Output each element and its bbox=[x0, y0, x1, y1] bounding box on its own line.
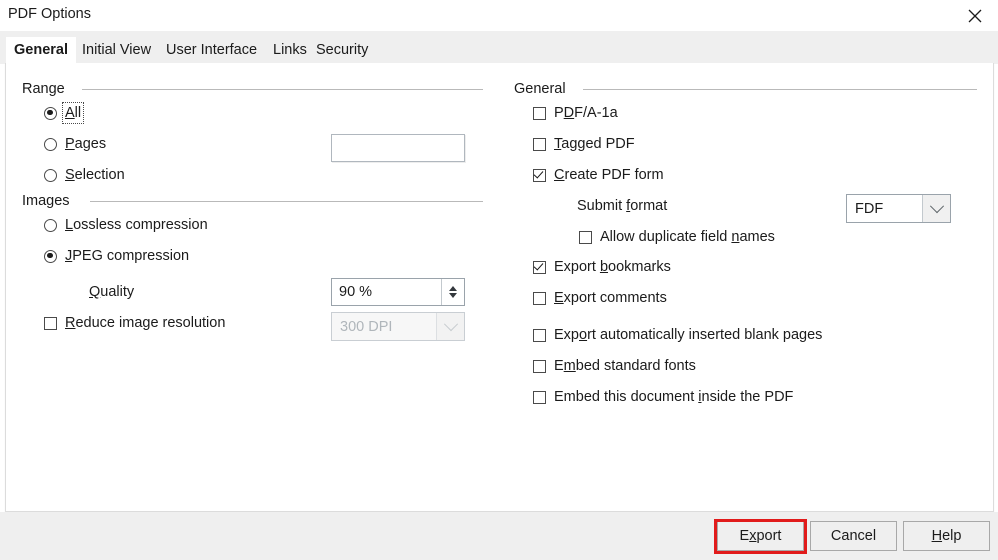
tab-security[interactable]: Security bbox=[308, 37, 376, 64]
quality-label-row: Quality bbox=[89, 284, 134, 300]
quality-value: 90 % bbox=[339, 284, 373, 300]
pdfa-1a-label: PDF/A-1a bbox=[554, 105, 618, 121]
radio-pages-indicator bbox=[44, 137, 57, 151]
tab-user-interface[interactable]: User Interface bbox=[158, 37, 265, 64]
checkbox-export-blank-pages[interactable]: Export automatically inserted blank page… bbox=[533, 327, 822, 343]
export-bookmarks-label: Export bookmarks bbox=[554, 259, 671, 275]
radio-range-pages[interactable]: Pages bbox=[44, 136, 106, 152]
right-general-group-rule bbox=[583, 89, 977, 90]
window-title: PDF Options bbox=[8, 6, 91, 22]
embed-standard-fonts-label: Embed standard fonts bbox=[554, 358, 696, 374]
quality-spinner[interactable]: 90 % bbox=[331, 278, 465, 306]
checkbox-export-comments[interactable]: Export comments bbox=[533, 290, 667, 306]
pages-range-input[interactable] bbox=[331, 134, 465, 162]
title-bar: PDF Options bbox=[0, 0, 998, 31]
help-button-label: Help bbox=[931, 528, 962, 544]
radio-selection-label: Selection bbox=[65, 167, 125, 183]
radio-all-label: All bbox=[61, 102, 85, 124]
allow-duplicate-indicator bbox=[579, 230, 592, 244]
checkbox-embed-document[interactable]: Embed this document inside the PDF bbox=[533, 389, 793, 405]
quality-label: Quality bbox=[89, 284, 135, 300]
submit-format-value: FDF bbox=[855, 200, 884, 217]
radio-jpeg-indicator bbox=[44, 249, 57, 263]
chevron-down-icon bbox=[929, 198, 944, 213]
export-button-label: Export bbox=[739, 528, 782, 544]
checkbox-pdfa-1a[interactable]: PDF/A-1a bbox=[533, 105, 618, 121]
export-comments-label: Export comments bbox=[554, 290, 667, 306]
radio-range-all[interactable]: All bbox=[44, 102, 85, 124]
general-options-panel: Range All Pages Selection Images Lossles… bbox=[5, 63, 994, 512]
radio-lossless-compression[interactable]: Lossless compression bbox=[44, 217, 208, 233]
chevron-down-icon bbox=[443, 316, 458, 331]
dpi-dropdown-arrow[interactable] bbox=[436, 313, 464, 340]
tagged-pdf-label: Tagged PDF bbox=[554, 136, 635, 152]
tagged-pdf-indicator bbox=[533, 137, 546, 151]
pdfa-1a-indicator bbox=[533, 106, 546, 120]
radio-lossless-label: Lossless compression bbox=[65, 217, 208, 233]
submit-format-label: Submit format bbox=[577, 198, 668, 214]
checkbox-embed-standard-fonts[interactable]: Embed standard fonts bbox=[533, 358, 696, 374]
tab-initial-view[interactable]: Initial View bbox=[74, 37, 159, 64]
submit-format-dropdown-arrow[interactable] bbox=[922, 195, 950, 222]
embed-document-indicator bbox=[533, 390, 546, 404]
range-group-rule bbox=[82, 89, 483, 90]
checkbox-reduce-image-resolution[interactable]: Reduce image resolution bbox=[44, 315, 225, 331]
right-general-group-title: General bbox=[514, 81, 573, 97]
radio-lossless-indicator bbox=[44, 218, 57, 232]
images-group-title: Images bbox=[22, 193, 77, 209]
spinner-up-icon[interactable] bbox=[449, 286, 457, 291]
dpi-value: 300 DPI bbox=[340, 318, 393, 335]
checkbox-tagged-pdf[interactable]: Tagged PDF bbox=[533, 136, 635, 152]
radio-jpeg-compression[interactable]: JPEG compression bbox=[44, 248, 189, 264]
close-button[interactable] bbox=[952, 0, 998, 31]
dialog-button-bar: Export Cancel Help bbox=[0, 512, 998, 560]
radio-pages-label: Pages bbox=[65, 136, 107, 152]
checkbox-export-bookmarks[interactable]: Export bookmarks bbox=[533, 259, 671, 275]
submit-format-label-row: Submit format bbox=[577, 198, 667, 214]
radio-range-selection[interactable]: Selection bbox=[44, 167, 125, 183]
spinner-down-icon[interactable] bbox=[449, 293, 457, 298]
submit-format-dropdown[interactable]: FDF bbox=[846, 194, 951, 223]
reduce-resolution-label: Reduce image resolution bbox=[65, 315, 226, 331]
radio-jpeg-label: JPEG compression bbox=[65, 248, 190, 264]
export-blank-pages-indicator bbox=[533, 328, 546, 342]
quality-spinner-arrows[interactable] bbox=[441, 279, 464, 305]
images-group-rule bbox=[90, 201, 483, 202]
tab-general[interactable]: General bbox=[6, 37, 76, 64]
embed-document-label: Embed this document inside the PDF bbox=[554, 389, 794, 405]
embed-standard-fonts-indicator bbox=[533, 359, 546, 373]
tab-strip: General Initial View User Interface Link… bbox=[0, 31, 998, 64]
checkbox-allow-duplicate-field-names[interactable]: Allow duplicate field names bbox=[579, 229, 775, 245]
export-bookmarks-indicator bbox=[533, 260, 546, 274]
reduce-resolution-indicator bbox=[44, 316, 57, 330]
checkbox-create-pdf-form[interactable]: Create PDF form bbox=[533, 167, 664, 183]
close-icon bbox=[968, 9, 982, 23]
radio-all-indicator bbox=[44, 106, 57, 120]
cancel-button-label: Cancel bbox=[830, 528, 877, 544]
allow-duplicate-label: Allow duplicate field names bbox=[600, 229, 775, 245]
create-pdf-form-indicator bbox=[533, 168, 546, 182]
export-blank-pages-label: Export automatically inserted blank page… bbox=[554, 327, 823, 343]
radio-selection-indicator bbox=[44, 168, 57, 182]
help-button[interactable]: Help bbox=[903, 521, 990, 551]
export-button[interactable]: Export bbox=[717, 521, 804, 551]
cancel-button[interactable]: Cancel bbox=[810, 521, 897, 551]
dpi-dropdown[interactable]: 300 DPI bbox=[331, 312, 465, 341]
create-pdf-form-label: Create PDF form bbox=[554, 167, 664, 183]
export-comments-indicator bbox=[533, 291, 546, 305]
range-group-title: Range bbox=[22, 81, 72, 97]
